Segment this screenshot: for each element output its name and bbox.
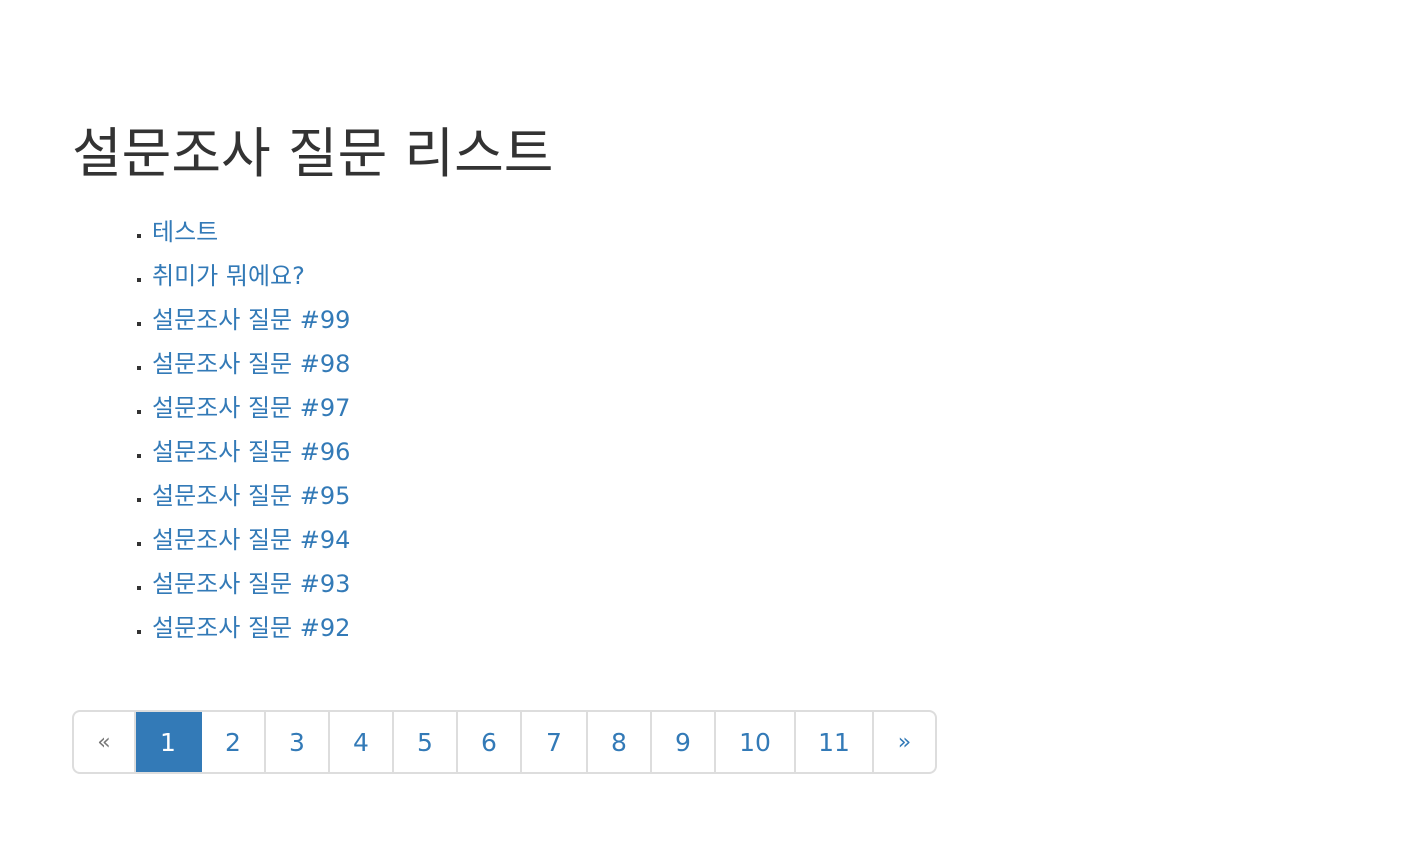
- list-item: 설문조사 질문 #95: [152, 474, 553, 518]
- main-content: 설문조사 질문 리스트 테스트 취미가 뭐에요? 설문조사 질문 #99 설문조…: [72, 120, 553, 650]
- list-item: 설문조사 질문 #94: [152, 518, 553, 562]
- list-item: 설문조사 질문 #99: [152, 298, 553, 342]
- page-button-6[interactable]: 6: [458, 712, 522, 772]
- page-button-11[interactable]: 11: [796, 712, 874, 772]
- page-button-3[interactable]: 3: [266, 712, 330, 772]
- next-page-button[interactable]: »: [874, 712, 935, 772]
- page-button-2[interactable]: 2: [202, 712, 266, 772]
- page-button-10[interactable]: 10: [716, 712, 796, 772]
- question-link[interactable]: 취미가 뭐에요?: [152, 262, 305, 290]
- question-link[interactable]: 설문조사 질문 #93: [152, 570, 350, 598]
- prev-page-button[interactable]: «: [74, 712, 136, 772]
- question-link[interactable]: 설문조사 질문 #98: [152, 350, 350, 378]
- list-item: 설문조사 질문 #92: [152, 606, 553, 650]
- list-item: 취미가 뭐에요?: [152, 254, 553, 298]
- question-link[interactable]: 설문조사 질문 #99: [152, 306, 350, 334]
- page-button-5[interactable]: 5: [394, 712, 458, 772]
- page-button-1[interactable]: 1: [136, 712, 202, 772]
- list-item: 설문조사 질문 #98: [152, 342, 553, 386]
- list-item: 설문조사 질문 #97: [152, 386, 553, 430]
- list-item: 설문조사 질문 #96: [152, 430, 553, 474]
- list-item: 테스트: [152, 210, 553, 254]
- question-link[interactable]: 설문조사 질문 #92: [152, 614, 350, 642]
- pagination: « 1 2 3 4 5 6 7 8 9 10 11 »: [72, 710, 937, 774]
- question-link[interactable]: 설문조사 질문 #94: [152, 526, 350, 554]
- page-title: 설문조사 질문 리스트: [72, 122, 554, 185]
- page-button-9[interactable]: 9: [652, 712, 716, 772]
- question-link[interactable]: 테스트: [152, 218, 218, 246]
- question-link[interactable]: 설문조사 질문 #97: [152, 394, 350, 422]
- page-button-7[interactable]: 7: [522, 712, 588, 772]
- page-button-8[interactable]: 8: [588, 712, 652, 772]
- question-list: 테스트 취미가 뭐에요? 설문조사 질문 #99 설문조사 질문 #98 설문조…: [72, 210, 553, 650]
- page-button-4[interactable]: 4: [330, 712, 394, 772]
- question-link[interactable]: 설문조사 질문 #95: [152, 482, 350, 510]
- list-item: 설문조사 질문 #93: [152, 562, 553, 606]
- question-link[interactable]: 설문조사 질문 #96: [152, 438, 350, 466]
